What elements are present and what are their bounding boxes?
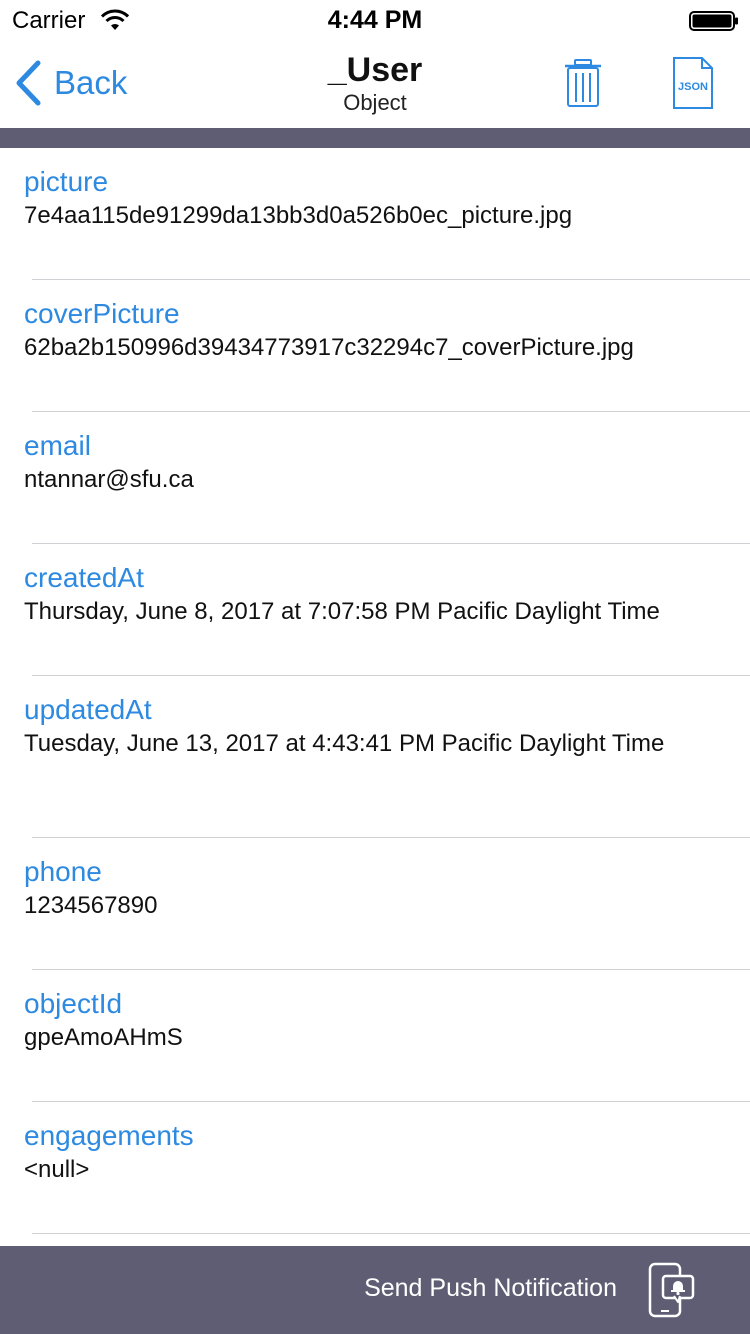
field-row-updatedat[interactable]: updatedAt Tuesday, June 13, 2017 at 4:43… <box>0 676 750 838</box>
send-push-label: Send Push Notification <box>364 1274 617 1302</box>
field-key: phone <box>24 856 102 887</box>
field-row-coverpicture[interactable]: coverPicture 62ba2b150996d39434773917c32… <box>0 280 750 412</box>
trash-icon[interactable] <box>562 58 604 108</box>
bottom-toolbar: Send Push Notification <box>0 1246 750 1334</box>
field-value: 7e4aa115de91299da13bb3d0a526b0ec_picture… <box>24 202 573 229</box>
field-row-phone[interactable]: phone 1234567890 <box>0 838 750 970</box>
field-value: Thursday, June 8, 2017 at 7:07:58 PM Pac… <box>24 598 660 625</box>
nav-title-group: _User Object <box>0 50 750 116</box>
field-key: engagements <box>24 1120 194 1151</box>
status-bar: Carrier 4:44 PM <box>0 0 750 40</box>
field-value: Tuesday, June 13, 2017 at 4:43:41 PM Pac… <box>24 730 665 757</box>
field-row-objectid[interactable]: objectId gpeAmoAHmS <box>0 970 750 1102</box>
send-push-notification-button[interactable]: Send Push Notification <box>0 1246 750 1334</box>
push-notification-icon <box>648 1262 695 1318</box>
field-value: 1234567890 <box>24 892 158 919</box>
field-row-picture[interactable]: picture 7e4aa115de91299da13bb3d0a526b0ec… <box>0 148 750 280</box>
status-time: 4:44 PM <box>327 6 423 34</box>
field-key: picture <box>24 166 109 197</box>
field-row-createdat[interactable]: createdAt Thursday, June 8, 2017 at 7:07… <box>0 544 750 676</box>
field-key: objectId <box>24 988 123 1019</box>
page-title: _User <box>327 51 423 89</box>
battery-icon <box>689 11 738 31</box>
field-row-engagements[interactable]: engagements <null> <box>0 1102 750 1234</box>
row-separator <box>32 1233 750 1234</box>
field-key: coverPicture <box>24 298 180 329</box>
header-divider <box>0 128 750 148</box>
json-icon-text: JSON <box>678 81 708 93</box>
field-value: <null> <box>24 1156 90 1183</box>
field-key: email <box>24 430 91 461</box>
field-value: 62ba2b150996d39434773917c32294c7_coverPi… <box>24 334 634 361</box>
screen: Carrier 4:44 PM Back _User Object JSON p… <box>0 0 750 1334</box>
navigation-bar: Back _User Object JSON <box>0 40 750 128</box>
field-key: updatedAt <box>24 694 152 725</box>
field-row-email[interactable]: email ntannar@sfu.ca <box>0 412 750 544</box>
json-file-icon[interactable]: JSON <box>672 56 714 110</box>
field-value: gpeAmoAHmS <box>24 1024 183 1051</box>
page-subtitle: Object <box>343 90 407 115</box>
field-key: createdAt <box>24 562 144 593</box>
field-value: ntannar@sfu.ca <box>24 466 194 493</box>
field-list: picture 7e4aa115de91299da13bb3d0a526b0ec… <box>0 148 750 1246</box>
